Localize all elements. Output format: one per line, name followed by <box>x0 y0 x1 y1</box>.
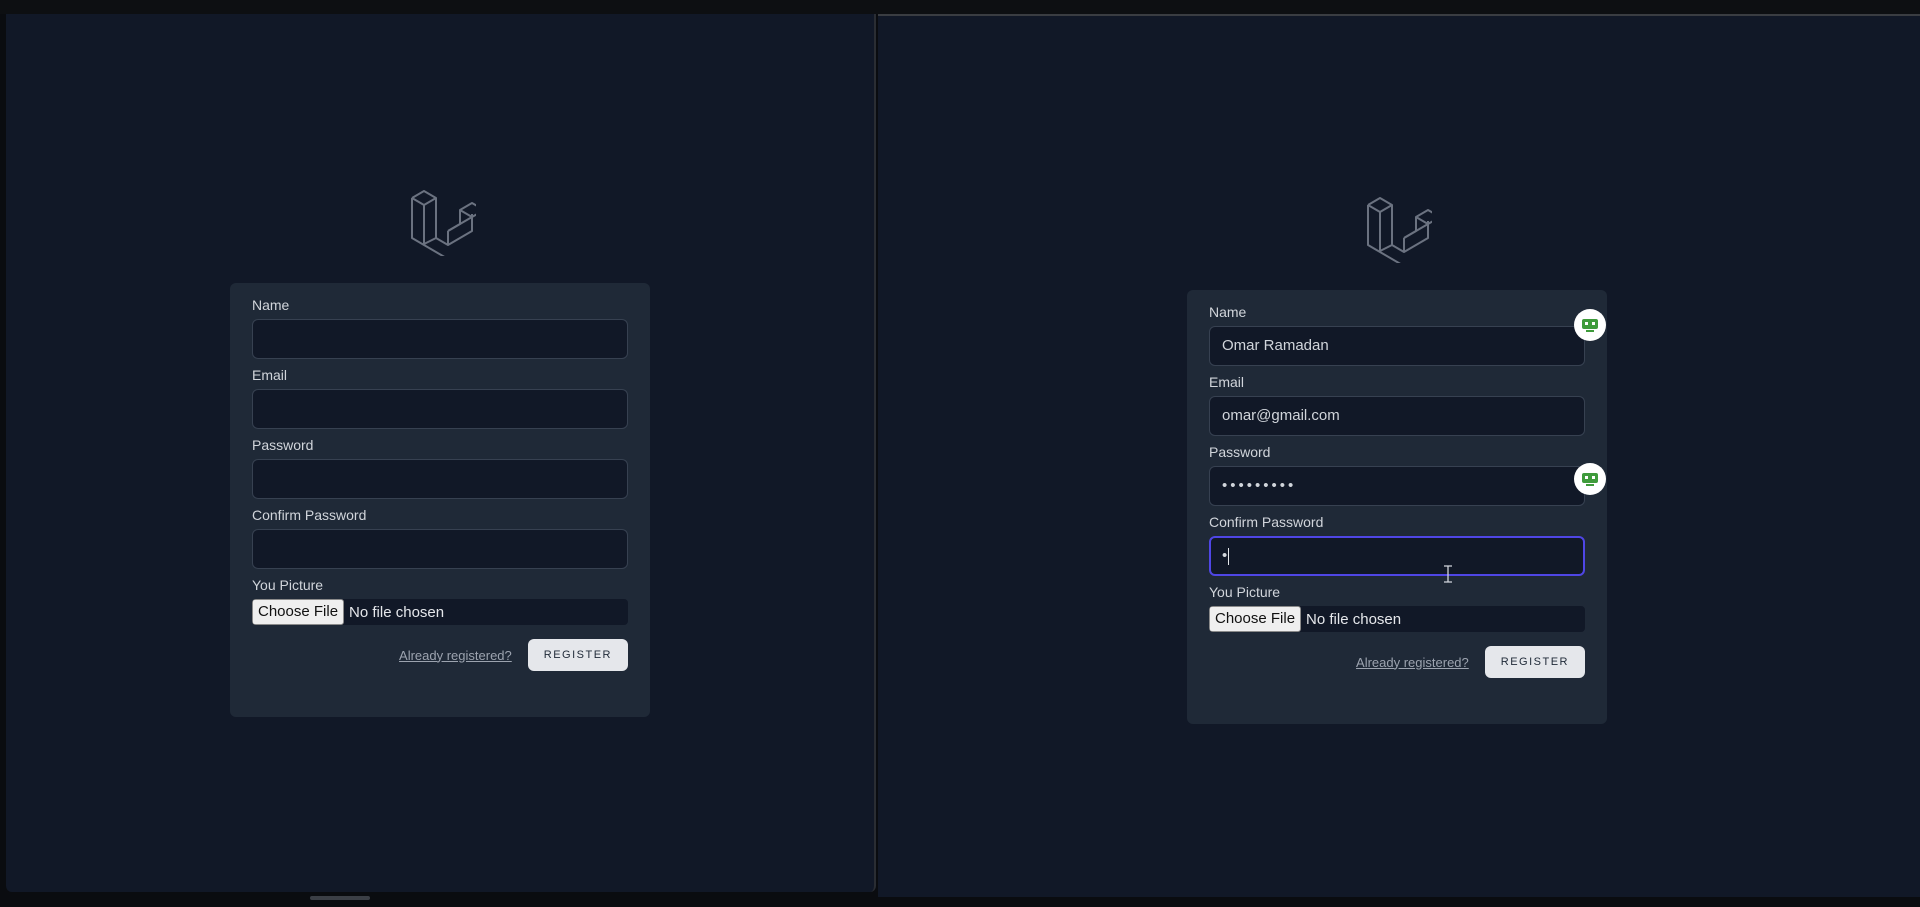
name-label: Name <box>252 297 290 313</box>
register-form-card: Name Omar Ramadan Email omar@gmail.com P… <box>1187 290 1607 724</box>
choose-file-button[interactable]: Choose File <box>1209 606 1302 632</box>
right-browser-window: Name Omar Ramadan Email omar@gmail.com P… <box>878 14 1920 897</box>
left-browser-window: Name Email Password Confirm Password You… <box>6 14 876 892</box>
confirm-password-label: Confirm Password <box>252 507 367 523</box>
name-label: Name <box>1209 304 1247 320</box>
already-registered-link[interactable]: Already registered? <box>1356 655 1469 670</box>
picture-file-input[interactable]: Choose File No file chosen <box>252 599 628 625</box>
password-input[interactable]: ••••••••• <box>1209 466 1585 506</box>
register-button[interactable]: REGISTER <box>1484 646 1585 678</box>
file-status-text: No file chosen <box>1306 610 1402 628</box>
register-button[interactable]: REGISTER <box>527 639 628 671</box>
password-manager-icon[interactable] <box>1574 309 1606 341</box>
name-input[interactable] <box>252 319 628 359</box>
file-status-text: No file chosen <box>349 603 445 621</box>
top-bar <box>0 0 1920 14</box>
picture-label: You Picture <box>252 577 324 593</box>
confirm-password-value: • <box>1222 547 1228 564</box>
confirm-password-input[interactable]: • <box>1209 536 1585 576</box>
already-registered-link[interactable]: Already registered? <box>399 648 512 663</box>
email-input[interactable] <box>252 389 628 429</box>
password-label: Password <box>252 437 314 453</box>
form-actions: Already registered? REGISTER <box>1209 646 1585 678</box>
email-label: Email <box>1209 374 1245 390</box>
picture-label: You Picture <box>1209 584 1281 600</box>
pane-resize-handle[interactable] <box>310 896 370 900</box>
picture-file-input[interactable]: Choose File No file chosen <box>1209 606 1585 632</box>
choose-file-button[interactable]: Choose File <box>252 599 345 625</box>
register-form-card: Name Email Password Confirm Password You… <box>230 283 650 717</box>
laravel-logo-icon <box>1366 195 1441 267</box>
name-input[interactable]: Omar Ramadan <box>1209 326 1585 366</box>
password-label: Password <box>1209 444 1271 460</box>
confirm-password-input[interactable] <box>252 529 628 569</box>
password-input[interactable] <box>252 459 628 499</box>
laravel-logo-icon <box>410 188 485 260</box>
form-actions: Already registered? REGISTER <box>252 639 628 671</box>
password-manager-icon[interactable] <box>1574 463 1606 495</box>
text-caret <box>1228 547 1230 565</box>
email-label: Email <box>252 367 288 383</box>
confirm-password-label: Confirm Password <box>1209 514 1324 530</box>
email-input[interactable]: omar@gmail.com <box>1209 396 1585 436</box>
text-cursor-icon <box>1443 565 1453 583</box>
